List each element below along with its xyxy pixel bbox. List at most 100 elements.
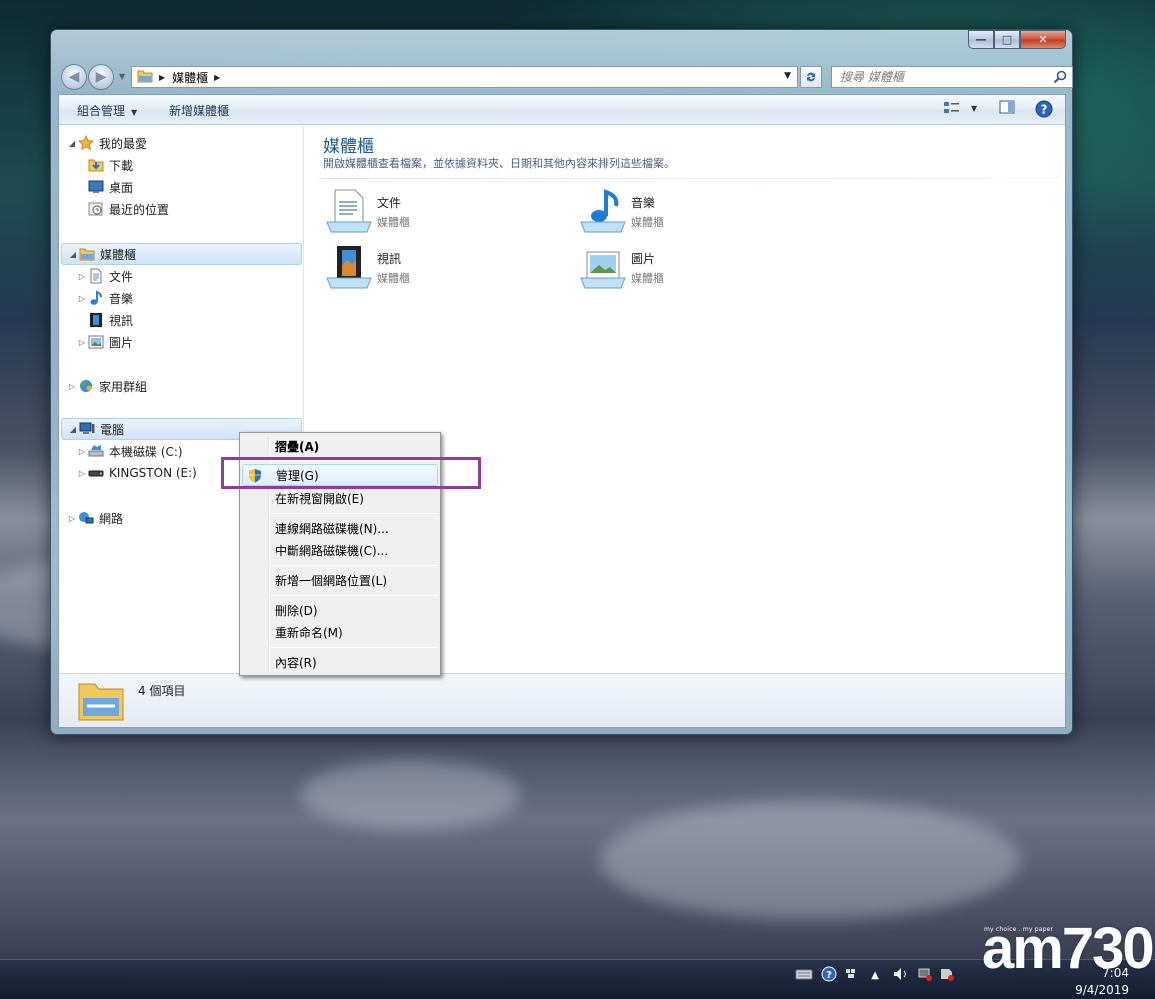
library-tile-music[interactable]: 音樂 媒體櫃 [577,186,817,236]
breadcrumb-libraries[interactable]: 媒體櫃 [172,69,208,86]
breadcrumb-separator-icon[interactable]: ▶ [159,73,165,82]
menu-item-add-network-location[interactable]: 新增一個網路位置(L) [242,569,438,591]
libraries-large-icon [77,678,125,725]
svg-text:?: ? [826,970,832,981]
library-tile-name: 文件 [377,196,402,210]
minimize-button[interactable]: — [968,30,994,49]
volume-icon[interactable] [893,967,909,984]
address-dropdown-icon[interactable]: ▼ [784,71,791,81]
search-input[interactable] [840,70,1050,84]
tree-item-desktop[interactable]: 桌面 [87,176,133,198]
tree-item-recent-places[interactable]: 最近的位置 [87,198,169,220]
expand-arrow-icon[interactable]: ▷ [67,382,77,391]
tree-network[interactable]: ▷ 網路 [67,507,123,529]
homegroup-icon [77,378,95,394]
breadcrumb-chevron-icon[interactable]: ▶ [214,73,220,82]
back-button[interactable]: ◀ [61,64,87,90]
help-button[interactable]: ? [1035,100,1053,118]
expand-arrow-icon[interactable]: ▷ [77,447,87,456]
star-icon [77,135,95,151]
action-center-error-icon[interactable] [939,967,955,984]
library-tile-documents[interactable]: 文件 媒體櫃 [323,186,563,236]
tree-favorites[interactable]: ◢ 我的最愛 [67,132,147,154]
music-note-icon [87,290,105,306]
tree-libraries[interactable]: ◢ 媒體櫃 [61,243,302,265]
menu-item-label: 摺疊(A) [275,439,320,454]
tree-item-pictures[interactable]: ▷ 圖片 [77,331,133,353]
explorer-content: 組合管理 ▼ 新增媒體櫃 ▼ ? ◢ 我的最愛 下載 桌面 最近的位置 ◢ 媒體… [58,94,1066,728]
tree-item-label: 本機磁碟 (C:) [109,444,183,459]
tree-item-label: 桌面 [109,180,134,195]
collapse-arrow-icon[interactable]: ◢ [67,139,77,148]
library-tile-pictures[interactable]: 圖片 媒體櫃 [577,242,817,292]
tree-item-downloads[interactable]: 下載 [87,154,133,176]
documents-icon [87,268,105,284]
tree-computer-label: 電腦 [100,422,125,437]
maximize-button[interactable]: □ [994,30,1020,49]
preview-pane-button[interactable] [999,100,1015,114]
organize-button[interactable]: 組合管理 ▼ [77,102,137,119]
tree-item-music[interactable]: ▷ 音樂 [77,287,133,309]
pictures-icon [87,334,105,350]
menu-item-disconnect-network-drive[interactable]: 中斷網路磁碟機(C)... [242,539,438,561]
close-button[interactable]: ✕ [1020,30,1066,49]
annotation-highlight-box [221,457,481,489]
change-view-button[interactable]: ▼ [943,100,977,116]
windows-icon[interactable] [845,968,857,983]
menu-item-rename[interactable]: 重新命名(M) [242,621,438,643]
forward-button[interactable]: ▶ [88,64,114,90]
downloads-folder-icon [87,157,105,173]
collapse-arrow-icon[interactable]: ◢ [68,250,78,259]
tree-item-documents[interactable]: ▷ 文件 [77,265,133,287]
library-tile-videos[interactable]: 視訊 媒體櫃 [323,242,563,292]
title-divider [319,178,1061,179]
page-description: 開啟媒體櫃查看檔案，並依據資料夾、日期和其他內容來排列這些檔案。 [323,157,675,170]
search-icon[interactable] [1053,70,1067,87]
svg-text:?: ? [1041,103,1048,117]
expand-arrow-icon[interactable]: ▷ [77,294,87,303]
keyboard-icon[interactable] [795,968,813,983]
tree-homegroup[interactable]: ▷ 家用群組 [67,375,147,397]
menu-item-open-new-window[interactable]: 在新視窗開啟(E) [242,487,438,509]
expand-arrow-icon[interactable]: ▷ [77,338,87,347]
film-strip-icon [87,312,105,328]
menu-item-properties[interactable]: 內容(R) [242,651,438,673]
preview-pane-icon [999,100,1015,114]
library-tile-name: 視訊 [377,252,402,266]
new-library-button[interactable]: 新增媒體櫃 [169,102,229,119]
menu-item-delete[interactable]: 刪除(D) [242,599,438,621]
menu-item-collapse[interactable]: 摺疊(A) [242,435,438,457]
library-tile-type: 媒體櫃 [631,216,664,229]
tree-item-local-disk-c[interactable]: ▷ 本機磁碟 (C:) [77,440,183,462]
library-folder-icon [137,69,153,86]
command-bar: 組合管理 ▼ 新增媒體櫃 ▼ ? [59,95,1065,125]
removable-drive-icon [87,465,105,481]
recent-places-icon [87,201,105,217]
desktop-icon [87,179,105,195]
collapse-arrow-icon[interactable]: ◢ [68,425,78,434]
explorer-window: — □ ✕ ◀ ▶ ▼ ▶ 媒體櫃 ▶ ▼ 組合管理 ▼ [50,29,1073,735]
recent-pages-dropdown-icon[interactable]: ▼ [119,72,125,81]
expand-arrow-icon[interactable]: ▷ [77,272,87,281]
tree-item-kingston-e[interactable]: ▷ KINGSTON (E:) [77,462,197,484]
menu-separator [271,565,438,566]
tree-item-label: KINGSTON (E:) [109,466,197,480]
music-library-icon [577,186,629,236]
search-box[interactable] [831,66,1073,88]
refresh-button[interactable] [800,66,822,88]
menu-item-map-network-drive[interactable]: 連線網路磁碟機(N)... [242,517,438,539]
help-tray-icon[interactable]: ? [821,966,837,985]
show-hidden-icons-arrow-icon[interactable]: ▲ [871,970,879,981]
expand-arrow-icon[interactable]: ▷ [67,514,77,523]
view-dropdown-icon[interactable]: ▼ [971,104,977,113]
tree-homegroup-label: 家用群組 [99,379,148,394]
expand-arrow-icon[interactable]: ▷ [77,469,87,478]
watermark-tagline: my choice . my paper [984,926,1054,933]
documents-library-icon [323,186,375,236]
tree-network-label: 網路 [99,511,124,526]
network-error-icon[interactable] [917,967,933,984]
organize-label: 組合管理 [77,104,126,118]
tree-item-videos[interactable]: 視訊 [77,309,133,331]
menu-item-label: 刪除(D) [275,603,318,618]
address-bar[interactable]: ▶ 媒體櫃 ▶ ▼ [131,66,798,88]
